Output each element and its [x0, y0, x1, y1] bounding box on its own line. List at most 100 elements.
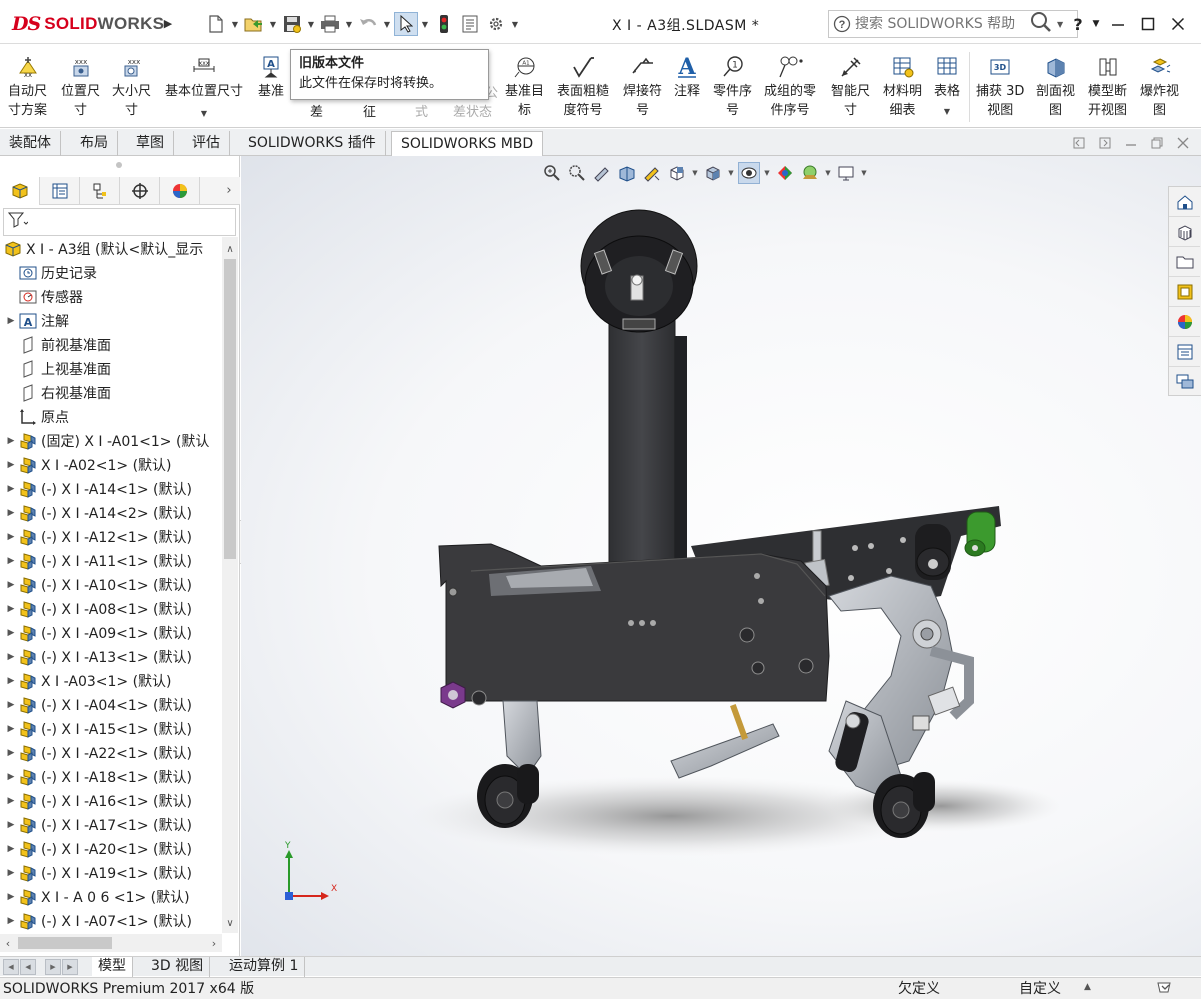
tree-root-assembly[interactable]: X I - A3组 (默认<默认_显示: [0, 237, 222, 261]
print-dropdown-icon[interactable]: ▼: [344, 12, 354, 36]
edit-appearance-icon[interactable]: [774, 162, 796, 184]
tree-vertical-scrollbar[interactable]: ∧ ∨: [222, 237, 238, 933]
expand-arrow-icon[interactable]: ▶: [4, 436, 18, 446]
expand-arrow-icon[interactable]: ▶: [4, 508, 18, 518]
quick-tips-icon[interactable]: [1156, 980, 1174, 999]
help-dropdown-icon[interactable]: ▼: [1089, 10, 1103, 38]
tab-evaluate[interactable]: 评估: [183, 131, 230, 156]
model-break-view-button[interactable]: 模型断 开视图: [1088, 54, 1127, 120]
green-roller[interactable]: [964, 511, 996, 557]
expand-arrow-icon[interactable]: ▶: [4, 748, 18, 758]
select-dropdown-icon[interactable]: ▼: [420, 12, 430, 36]
maximize-icon[interactable]: [1133, 10, 1163, 38]
tree-item[interactable]: 历史记录: [0, 261, 222, 285]
tree-item[interactable]: ▶ (-) X I -A16<1> (默认): [0, 789, 222, 813]
auto-dimension-scheme-button[interactable]: xx 自动尺 寸方案: [8, 54, 47, 120]
tree-filter-box[interactable]: [3, 208, 236, 236]
tree-item[interactable]: ▶ (固定) X I -A01<1> (默认: [0, 429, 222, 453]
apply-scene-icon[interactable]: [799, 162, 821, 184]
tile-left-icon[interactable]: [1071, 135, 1087, 151]
tree-item[interactable]: ▶ (-) X I -A08<1> (默认): [0, 597, 222, 621]
tree-item[interactable]: ▶ (-) X I -A17<1> (默认): [0, 813, 222, 837]
tree-item[interactable]: ▶ (-) X I -A14<2> (默认): [0, 501, 222, 525]
undo-dropdown-icon[interactable]: ▼: [382, 12, 392, 36]
search-icon[interactable]: [1029, 11, 1055, 37]
tab-solidworks-addins[interactable]: SOLIDWORKS 插件: [239, 131, 386, 156]
next-tab-arrow-icon[interactable]: ▶: [45, 959, 61, 975]
expand-arrow-icon[interactable]: ▶: [4, 892, 18, 902]
help-search-input[interactable]: [855, 16, 1025, 32]
expand-arrow-icon[interactable]: ▶: [4, 316, 18, 326]
tab-solidworks-mbd[interactable]: SOLIDWORKS MBD: [391, 131, 544, 157]
save-dropdown-icon[interactable]: ▼: [306, 12, 316, 36]
display-style-icon[interactable]: [702, 162, 724, 184]
doc-restore-icon[interactable]: [1149, 135, 1165, 151]
panel-grip[interactable]: [116, 162, 122, 168]
tab-model[interactable]: 模型: [92, 957, 133, 977]
explode-view-button[interactable]: 爆炸视 图: [1140, 54, 1179, 120]
tree-item[interactable]: ▶ X I -A02<1> (默认): [0, 453, 222, 477]
scroll-thumb[interactable]: [224, 259, 236, 559]
appearances-scenes-icon[interactable]: [1169, 307, 1200, 337]
expand-arrow-icon[interactable]: ▶: [4, 820, 18, 830]
unit-system-menu-icon[interactable]: ▲: [1084, 982, 1091, 992]
basic-location-dimension-button[interactable]: xxx 基本位置尺寸 ▼: [165, 54, 243, 119]
scroll-left-icon[interactable]: ‹: [0, 934, 16, 952]
tree-item[interactable]: ▶ A 注解: [0, 309, 222, 333]
tree-item[interactable]: ▶ (-) X I -A20<1> (默认): [0, 837, 222, 861]
expand-arrow-icon[interactable]: ▶: [4, 484, 18, 494]
doc-close-icon[interactable]: [1175, 135, 1191, 151]
scroll-down-icon[interactable]: ∨: [222, 915, 238, 931]
smart-dimension-button[interactable]: 智能尺 寸: [831, 54, 870, 120]
new-dropdown-icon[interactable]: ▼: [230, 12, 240, 36]
file-explorer-icon[interactable]: [1169, 247, 1200, 277]
tree-item[interactable]: ▶ (-) X I -A04<1> (默认): [0, 693, 222, 717]
tree-item[interactable]: 前视基准面: [0, 333, 222, 357]
tree-item[interactable]: ▶ X I - A 0 6 <1> (默认): [0, 885, 222, 909]
zoom-to-fit-icon[interactable]: [541, 162, 563, 184]
tab-layout[interactable]: 布局: [71, 131, 118, 156]
expand-arrow-icon[interactable]: ▶: [4, 460, 18, 470]
tree-item[interactable]: ▶ X I -A03<1> (默认): [0, 669, 222, 693]
search-dropdown-icon[interactable]: ▼: [1057, 20, 1063, 29]
custom-properties-icon[interactable]: [1169, 337, 1200, 367]
options-dropdown-icon[interactable]: ▼: [510, 12, 520, 36]
expand-arrow-icon[interactable]: ▶: [4, 700, 18, 710]
solidworks-resources-icon[interactable]: [1169, 187, 1200, 217]
hide-show-dropdown-icon[interactable]: ▼: [763, 169, 771, 177]
view-settings-icon[interactable]: [835, 162, 857, 184]
datum-target-button[interactable]: A1 基准目 标: [505, 54, 544, 120]
datum-button[interactable]: A 基准: [258, 54, 284, 101]
tree-item[interactable]: ▶ (-) X I -A07<1> (默认): [0, 909, 222, 933]
tree-item[interactable]: 原点: [0, 405, 222, 429]
expand-arrow-icon[interactable]: ▶: [4, 628, 18, 638]
rebuild-traffic-light-icon[interactable]: [432, 12, 456, 36]
view-orientation-dropdown-icon[interactable]: ▼: [691, 169, 699, 177]
previous-view-icon[interactable]: [591, 162, 613, 184]
tree-horizontal-scrollbar[interactable]: ‹ ›: [0, 934, 222, 952]
apply-scene-dropdown-icon[interactable]: ▼: [824, 169, 832, 177]
expand-arrow-icon[interactable]: ▶: [4, 604, 18, 614]
table-dropdown-icon[interactable]: ▼: [944, 107, 950, 117]
section-view-toggle-icon[interactable]: [616, 162, 638, 184]
tree-item[interactable]: ▶ (-) X I -A10<1> (默认): [0, 573, 222, 597]
scroll-right-icon[interactable]: ›: [206, 934, 222, 952]
balloon-button[interactable]: 1 零件序 号: [713, 54, 752, 120]
tree-item[interactable]: 传感器: [0, 285, 222, 309]
expand-arrow-icon[interactable]: ▶: [4, 916, 18, 926]
solidworks-logo[interactable]: DS SOLIDWORKS: [12, 11, 164, 37]
tab-assembly[interactable]: 装配体: [0, 131, 61, 156]
tree-item[interactable]: ▶ (-) X I -A15<1> (默认): [0, 717, 222, 741]
capture-3d-view-button[interactable]: 3D 捕获 3D 视图: [976, 54, 1024, 120]
design-library-icon[interactable]: [1169, 217, 1200, 247]
menu-expand-arrow-icon[interactable]: ▶: [160, 10, 176, 36]
prev-tab-arrow-icon[interactable]: ◀: [20, 959, 36, 975]
help-search-box[interactable]: ? ▼: [828, 10, 1078, 38]
display-manager-tab-icon[interactable]: [160, 176, 200, 205]
table-button[interactable]: 表格 ▼: [934, 54, 960, 117]
view-settings-dropdown-icon[interactable]: ▼: [860, 169, 868, 177]
forum-icon[interactable]: [1169, 367, 1200, 397]
filter-icon[interactable]: [7, 211, 29, 233]
weld-symbol-button[interactable]: 焊接符 号: [623, 54, 662, 120]
tree-item[interactable]: ▶ (-) X I -A19<1> (默认): [0, 861, 222, 885]
